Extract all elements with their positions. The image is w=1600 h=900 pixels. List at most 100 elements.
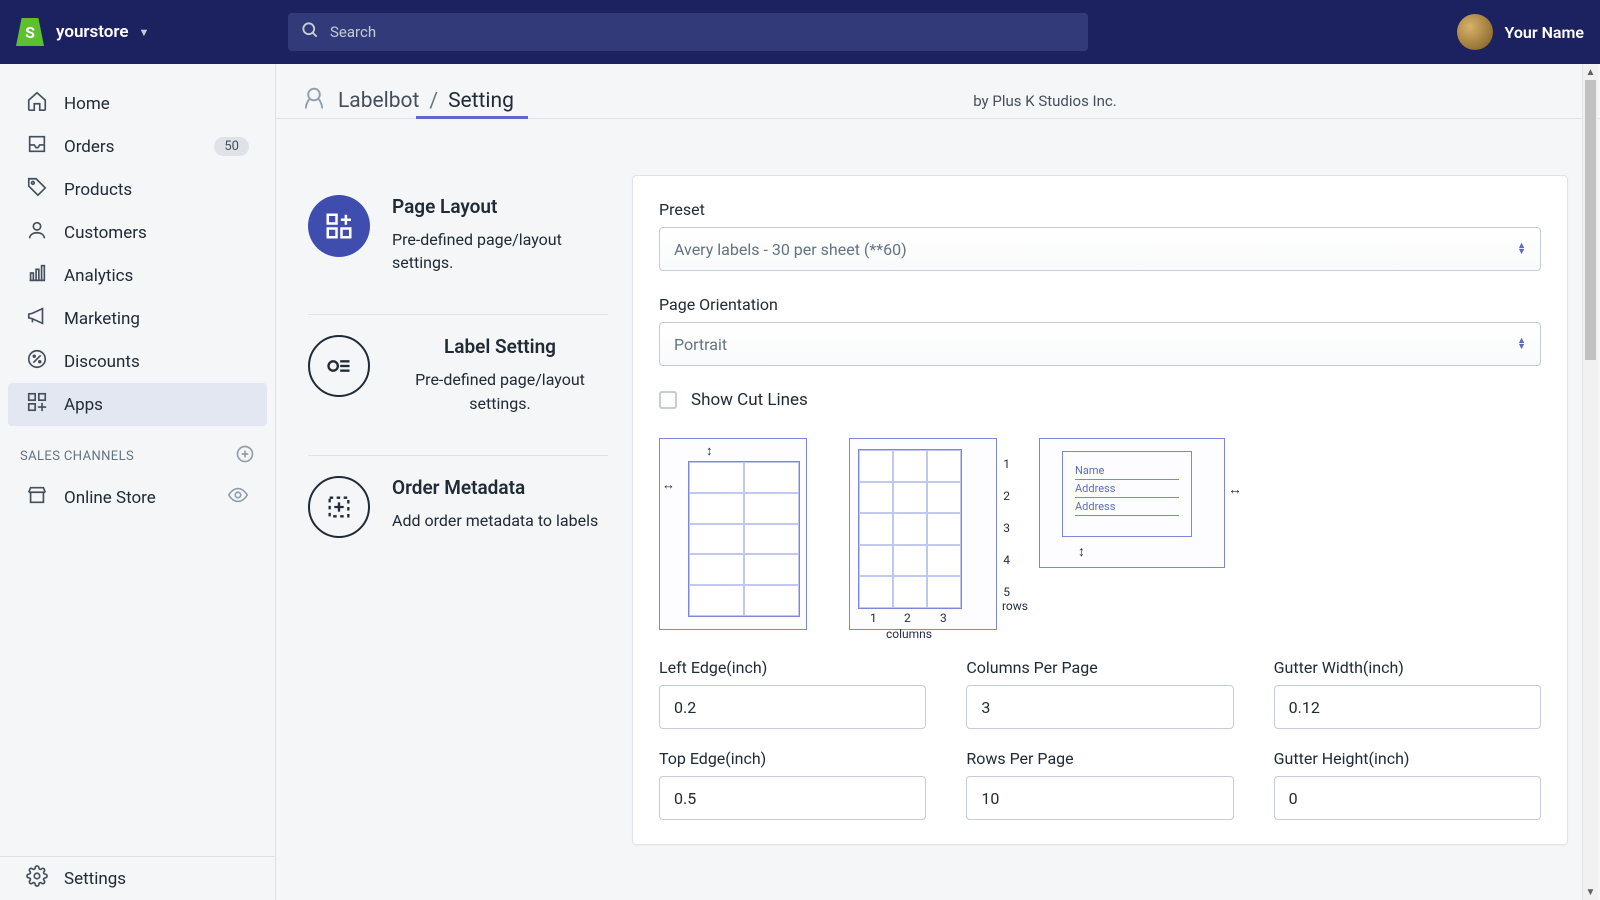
field-label: Gutter Width(inch) [1274,658,1541,677]
scrollbar[interactable]: ▲ ▼ [1582,64,1598,900]
sidebar-item-home[interactable]: Home [8,82,267,125]
select-caret-icon: ▲▼ [1517,243,1526,255]
sidebar-item-discounts[interactable]: Discounts [8,340,267,383]
search-bar[interactable] [288,13,1088,51]
person-icon [26,219,48,246]
store-switcher[interactable]: yourstore ▼ [56,22,149,42]
topbar: yourstore ▼ Your Name [0,0,1600,64]
layout-icon [308,195,370,257]
section-desc: Pre-defined page/layout settings. [392,228,608,274]
sidebar-item-label: Customers [64,223,147,243]
content-header: Labelbot / Setting by Plus K Studios Inc… [276,64,1600,119]
diagram-margins: ↕ ↔ [659,438,809,630]
breadcrumb-app[interactable]: Labelbot [338,89,419,113]
preset-select[interactable]: Avery labels - 30 per sheet (**60) ▲▼ [659,227,1541,271]
app-byline: by Plus K Studios Inc. [973,92,1117,110]
sidebar-item-label: Home [64,94,110,114]
gutter-width-field[interactable] [1274,685,1541,729]
home-icon [26,90,48,117]
section-desc: Add order metadata to labels [392,509,598,532]
scroll-up-button[interactable]: ▲ [1583,64,1598,80]
field-label: Gutter Height(inch) [1274,749,1541,768]
sidebar-section-label: SALES CHANNELS [20,449,134,464]
section-page-layout[interactable]: Page Layout Pre-defined page/layout sett… [308,175,608,315]
checkbox-icon [659,391,677,409]
sidebar-item-products[interactable]: Products [8,168,267,211]
active-tab-indicator [416,116,528,119]
search-icon [300,20,320,44]
rows-field[interactable] [966,776,1233,820]
scroll-thumb[interactable] [1585,80,1596,360]
orientation-select[interactable]: Portrait ▲▼ [659,322,1541,366]
sidebar-item-online-store[interactable]: Online Store [8,476,267,519]
sidebar: Home Orders 50 Products Customers Analyt… [0,64,276,900]
sidebar-item-label: Marketing [64,309,140,329]
cutlines-checkbox[interactable]: Show Cut Lines [659,390,1541,410]
field-label: Preset [659,200,1541,219]
sidebar-item-label: Products [64,180,132,200]
field-label: Page Orientation [659,295,1541,314]
sidebar-item-label: Apps [64,395,103,415]
content: Labelbot / Setting by Plus K Studios Inc… [276,64,1600,900]
apps-icon [26,391,48,418]
breadcrumb-page: Setting [448,89,514,113]
avatar [1457,14,1493,50]
sidebar-item-analytics[interactable]: Analytics [8,254,267,297]
discount-icon [26,348,48,375]
section-title: Order Metadata [392,476,598,499]
settings-form: Preset Avery labels - 30 per sheet (**60… [632,175,1568,845]
select-caret-icon: ▲▼ [1517,338,1526,350]
scroll-down-button[interactable]: ▼ [1583,884,1598,900]
chevron-down-icon: ▼ [139,26,150,39]
eye-icon[interactable] [227,484,249,511]
sidebar-item-label: Orders [64,137,114,157]
add-channel-button[interactable] [235,444,255,468]
sidebar-item-customers[interactable]: Customers [8,211,267,254]
label-icon [308,335,370,397]
store-icon [26,484,48,511]
section-title: Label Setting [392,335,608,358]
arrow-horizontal-icon: ↔ [1228,481,1242,498]
user-name: Your Name [1505,23,1584,42]
sidebar-item-label: Settings [64,869,126,889]
sidebar-item-label: Discounts [64,352,140,372]
diagram-grid: 1 2 3 4 5 rows 1 2 3 columns [849,438,999,630]
shopify-logo-icon [16,18,44,46]
section-order-metadata[interactable]: Order Metadata Add order metadata to lab… [308,456,608,578]
metadata-icon [308,476,370,538]
section-label-setting[interactable]: Label Setting Pre-defined page/layout se… [308,315,608,455]
select-value: Portrait [674,335,727,354]
orders-badge: 50 [214,137,249,156]
inbox-icon [26,133,48,160]
diagram-label: Name Address Address ↕ ↔ [1039,438,1239,568]
field-label: Columns Per Page [966,658,1233,677]
field-label: Top Edge(inch) [659,749,926,768]
gear-icon [26,865,48,892]
chart-icon [26,262,48,289]
arrow-vertical-icon: ↕ [706,443,713,459]
sidebar-item-apps[interactable]: Apps [8,383,267,426]
user-menu[interactable]: Your Name [1457,14,1584,50]
section-desc: Pre-defined page/layout settings. [392,368,608,414]
columns-field[interactable] [966,685,1233,729]
left-edge-field[interactable] [659,685,926,729]
sidebar-item-label: Analytics [64,266,133,286]
checkbox-label: Show Cut Lines [691,390,808,410]
sidebar-item-orders[interactable]: Orders 50 [8,125,267,168]
search-input[interactable] [330,23,1076,41]
sidebar-item-marketing[interactable]: Marketing [8,297,267,340]
field-label: Rows Per Page [966,749,1233,768]
select-value: Avery labels - 30 per sheet (**60) [674,240,907,259]
app-icon [300,84,328,118]
arrow-horizontal-icon: ↔ [662,477,675,493]
store-name: yourstore [56,22,129,42]
settings-sections: Page Layout Pre-defined page/layout sett… [308,175,608,845]
sidebar-item-settings[interactable]: Settings [8,857,267,900]
breadcrumb-separator: / [429,89,438,113]
gutter-height-field[interactable] [1274,776,1541,820]
top-edge-field[interactable] [659,776,926,820]
sidebar-item-label: Online Store [64,488,156,508]
megaphone-icon [26,305,48,332]
layout-diagrams: ↕ ↔ 1 2 3 4 5 rows 1 [659,438,1541,630]
field-label: Left Edge(inch) [659,658,926,677]
